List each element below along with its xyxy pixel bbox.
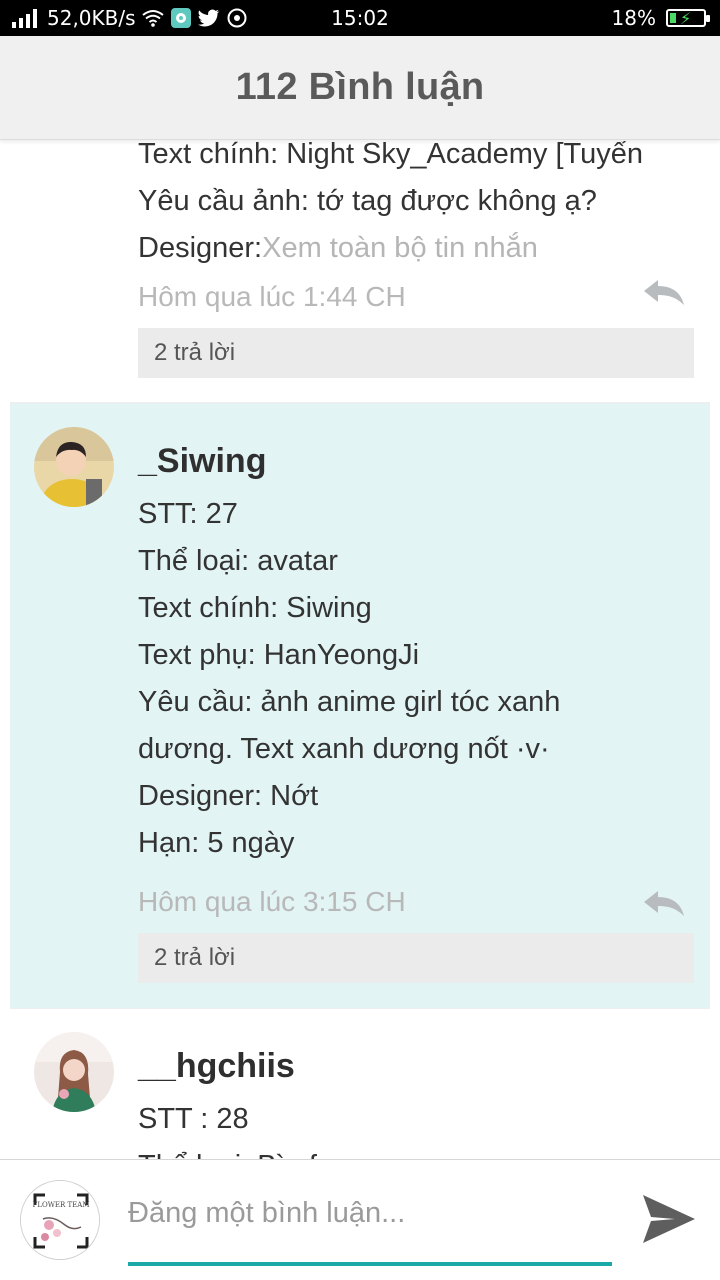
status-bar: 52,0KB/s 15:02 18% ⚡ [0,0,720,36]
input-underline [128,1262,612,1266]
comment-line: Text phụ: HanYeongJi [138,639,420,671]
avatar-logo-text: FLOWER TEAM [32,1201,89,1209]
reply-icon[interactable] [642,278,686,308]
comment-item: Text chính: Night Sky_Academy [Tuyển Yêu… [10,141,710,402]
comment-timestamp: Hôm qua lúc 3:15 CH [138,886,406,917]
send-button[interactable] [640,1190,698,1248]
battery-percent: 18% [611,6,656,30]
replies-button[interactable]: 2 trả lời [138,328,694,378]
comment-body: STT: 27 Thể loại: avatar Text chính: Siw… [138,491,698,867]
replies-button[interactable]: 2 trả lời [138,933,694,983]
comment-line: Thể loại: avatar [138,545,338,577]
comment-username[interactable]: _Siwing [138,442,266,481]
comment-line: Yêu cầu: ảnh anime girl tóc xanh [138,686,561,718]
comment-item: _Siwing STT: 27 Thể loại: avatar Text ch… [10,404,710,1008]
comment-line: Text chính: Siwing [138,592,372,624]
my-avatar[interactable]: FLOWER TEAM [20,1180,100,1260]
comment-line: Designer:Xem toàn bộ tin nhắn [138,225,698,272]
app-header: 112 Bình luận [0,36,720,140]
comment-line: STT: 27 [138,498,238,530]
status-right: 18% ⚡ [611,6,710,30]
page-title: 112 Bình luận [235,66,485,108]
comment-body: STT : 28 Thể loại: Bìa fc [138,1096,698,1159]
comment-line: Text chính: Night Sky_Academy [Tuyển [138,141,644,170]
comment-body: Text chính: Night Sky_Academy [Tuyển Yêu… [138,141,698,272]
comment-username[interactable]: __hgchiis [138,1047,295,1086]
comment-timestamp: Hôm qua lúc 1:44 CH [138,281,406,312]
comment-composer: FLOWER TEAM [0,1159,720,1280]
send-icon [643,1195,695,1243]
comment-line: dương. Text xanh dương nốt ·v· [138,733,550,765]
avatar[interactable] [34,1032,114,1112]
comment-line: Designer: Nớt [138,780,319,812]
comment-line: STT : 28 [138,1103,249,1135]
comment-line: Hạn: 5 ngày [138,827,295,859]
battery-icon: ⚡ [666,9,710,28]
comment-item: __hgchiis STT : 28 Thể loại: Bìa fc [10,1009,710,1159]
comment-line: Thể loại: Bìa fc [138,1143,698,1159]
reply-icon[interactable] [642,889,686,919]
comment-list[interactable]: Text chính: Night Sky_Academy [Tuyển Yêu… [10,141,710,1159]
see-more-link[interactable]: Xem toàn bộ tin nhắn [262,232,538,264]
comment-line: Yêu cầu ảnh: tớ tag được không ạ? [138,185,597,217]
comment-input[interactable] [128,1188,612,1238]
avatar[interactable] [34,427,114,507]
designer-label: Designer: [138,232,263,264]
